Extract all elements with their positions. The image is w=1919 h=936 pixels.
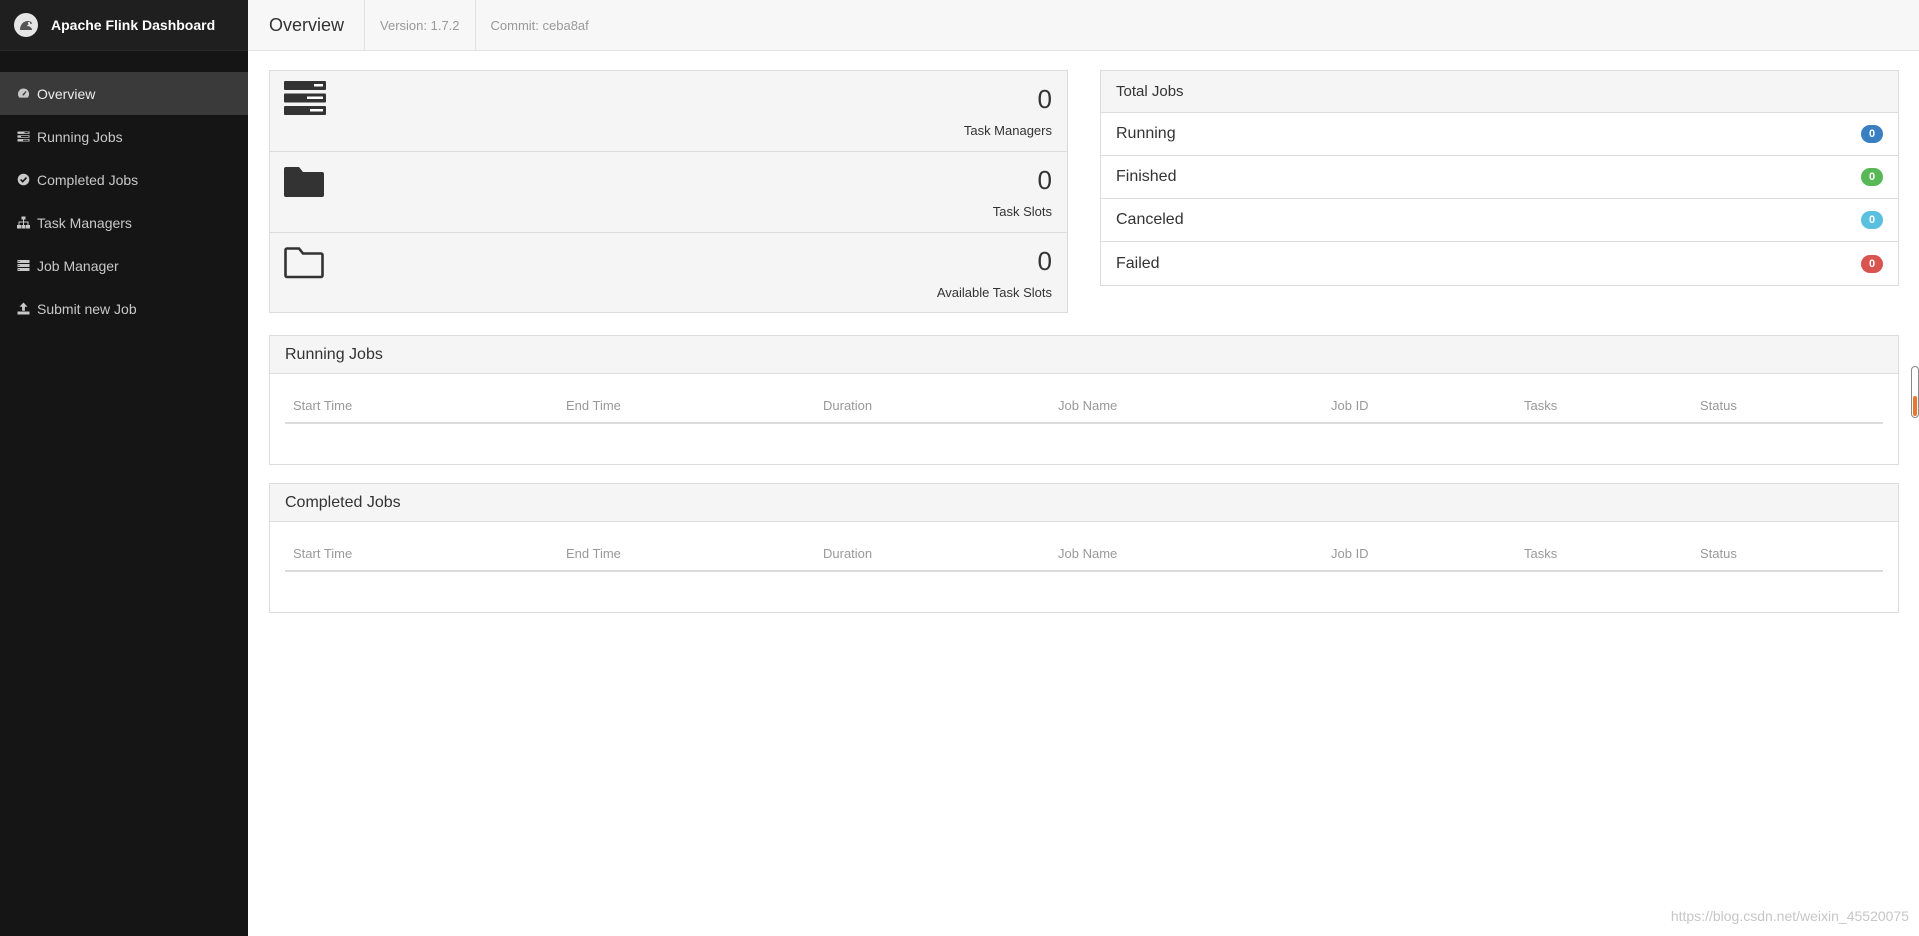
- failed-count-badge: 0: [1861, 254, 1883, 273]
- column-tasks[interactable]: Tasks: [1516, 537, 1692, 572]
- server-list-icon: [17, 259, 30, 272]
- commit-label: Commit: ceba8af: [490, 17, 589, 33]
- sidebar-item-label: Submit new Job: [37, 300, 137, 317]
- sidebar-item-label: Running Jobs: [37, 128, 123, 145]
- completed-jobs-body: Start Time End Time Duration Job Name Jo…: [270, 522, 1898, 612]
- sidebar-item-label: Task Managers: [37, 214, 132, 231]
- sidebar-item-running-jobs[interactable]: Running Jobs: [0, 115, 248, 158]
- version-label: Version: 1.7.2: [365, 0, 476, 50]
- dashboard-icon: [17, 87, 30, 100]
- server-stack-icon: [284, 81, 326, 115]
- sidebar-item-submit-new-job[interactable]: Submit new Job: [0, 287, 248, 330]
- column-start-time[interactable]: Start Time: [285, 389, 558, 424]
- status-label: Finished: [1116, 168, 1177, 185]
- column-duration[interactable]: Duration: [815, 537, 1050, 572]
- task-managers-count: 0: [1037, 84, 1052, 114]
- total-jobs-title: Total Jobs: [1101, 71, 1898, 113]
- sidebar-item-task-managers[interactable]: Task Managers: [0, 201, 248, 244]
- running-jobs-panel: Running Jobs Start Time End Time Duratio…: [269, 335, 1899, 465]
- tasks-icon: [17, 130, 30, 143]
- total-jobs-row-running: Running 0: [1101, 113, 1898, 156]
- column-end-time[interactable]: End Time: [558, 537, 815, 572]
- cluster-stats-panel: 0 Task Managers 0 Task Slots 0 Available…: [269, 70, 1068, 313]
- column-status[interactable]: Status: [1692, 537, 1883, 572]
- completed-jobs-panel: Completed Jobs Start Time End Time Durat…: [269, 483, 1899, 613]
- sidebar-item-completed-jobs[interactable]: Completed Jobs: [0, 158, 248, 201]
- column-start-time[interactable]: Start Time: [285, 537, 558, 572]
- column-job-id[interactable]: Job ID: [1323, 389, 1516, 424]
- total-jobs-row-finished: Finished 0: [1101, 156, 1898, 199]
- running-jobs-title: Running Jobs: [270, 336, 1898, 374]
- task-managers-label: Task Managers: [963, 123, 1052, 138]
- available-task-slots-label: Available Task Slots: [936, 285, 1052, 300]
- completed-jobs-table: Start Time End Time Duration Job Name Jo…: [285, 537, 1883, 572]
- stat-task-managers: 0 Task Managers: [270, 71, 1067, 152]
- column-duration[interactable]: Duration: [815, 389, 1050, 424]
- task-slots-count: 0: [1037, 165, 1052, 195]
- page-title: Overview: [248, 0, 366, 50]
- stat-available-task-slots: 0 Available Task Slots: [270, 233, 1067, 314]
- column-status[interactable]: Status: [1692, 389, 1883, 424]
- column-job-id[interactable]: Job ID: [1323, 537, 1516, 572]
- canceled-count-badge: 0: [1861, 211, 1883, 229]
- sitemap-icon: [17, 216, 30, 229]
- brand-header[interactable]: Apache Flink Dashboard: [0, 0, 248, 51]
- status-label: Canceled: [1116, 211, 1184, 228]
- running-jobs-table: Start Time End Time Duration Job Name Jo…: [285, 389, 1883, 424]
- squirrel-logo-icon: [14, 13, 38, 37]
- status-label: Failed: [1116, 254, 1160, 272]
- column-job-name[interactable]: Job Name: [1050, 537, 1323, 572]
- column-tasks[interactable]: Tasks: [1516, 389, 1692, 424]
- brand-title: Apache Flink Dashboard: [51, 17, 216, 33]
- stat-task-slots: 0 Task Slots: [270, 152, 1067, 233]
- running-count-badge: 0: [1861, 125, 1883, 143]
- watermark-text: https://blog.csdn.net/weixin_45520075: [1670, 908, 1909, 924]
- scrollbar-thumb[interactable]: [1913, 396, 1917, 416]
- total-jobs-row-canceled: Canceled 0: [1101, 199, 1898, 242]
- sidebar-nav: Overview Running Jobs Completed Jobs Tas…: [0, 72, 248, 330]
- upload-icon: [17, 302, 30, 315]
- finished-count-badge: 0: [1861, 168, 1883, 186]
- folder-outline-icon: [284, 247, 324, 279]
- sidebar-item-label: Completed Jobs: [37, 171, 139, 188]
- column-job-name[interactable]: Job Name: [1050, 389, 1323, 424]
- column-end-time[interactable]: End Time: [558, 389, 815, 424]
- running-jobs-body: Start Time End Time Duration Job Name Jo…: [270, 374, 1898, 464]
- sidebar-item-label: Overview: [37, 85, 96, 102]
- completed-jobs-title: Completed Jobs: [270, 484, 1898, 522]
- total-jobs-panel: Total Jobs Running 0 Finished 0 Canceled…: [1100, 70, 1899, 286]
- available-task-slots-count: 0: [1037, 246, 1052, 276]
- task-slots-label: Task Slots: [992, 204, 1052, 219]
- top-header: Overview Version: 1.7.2 Commit: ceba8af: [248, 0, 1919, 51]
- folder-solid-icon: [284, 167, 324, 197]
- status-label: Running: [1116, 125, 1176, 142]
- total-jobs-row-failed: Failed 0: [1101, 242, 1898, 285]
- sidebar-item-job-manager[interactable]: Job Manager: [0, 244, 248, 287]
- sidebar: Apache Flink Dashboard Overview Running …: [0, 0, 248, 936]
- check-circle-icon: [17, 173, 30, 186]
- sidebar-item-label: Job Manager: [37, 257, 119, 274]
- sidebar-item-overview[interactable]: Overview: [0, 72, 248, 115]
